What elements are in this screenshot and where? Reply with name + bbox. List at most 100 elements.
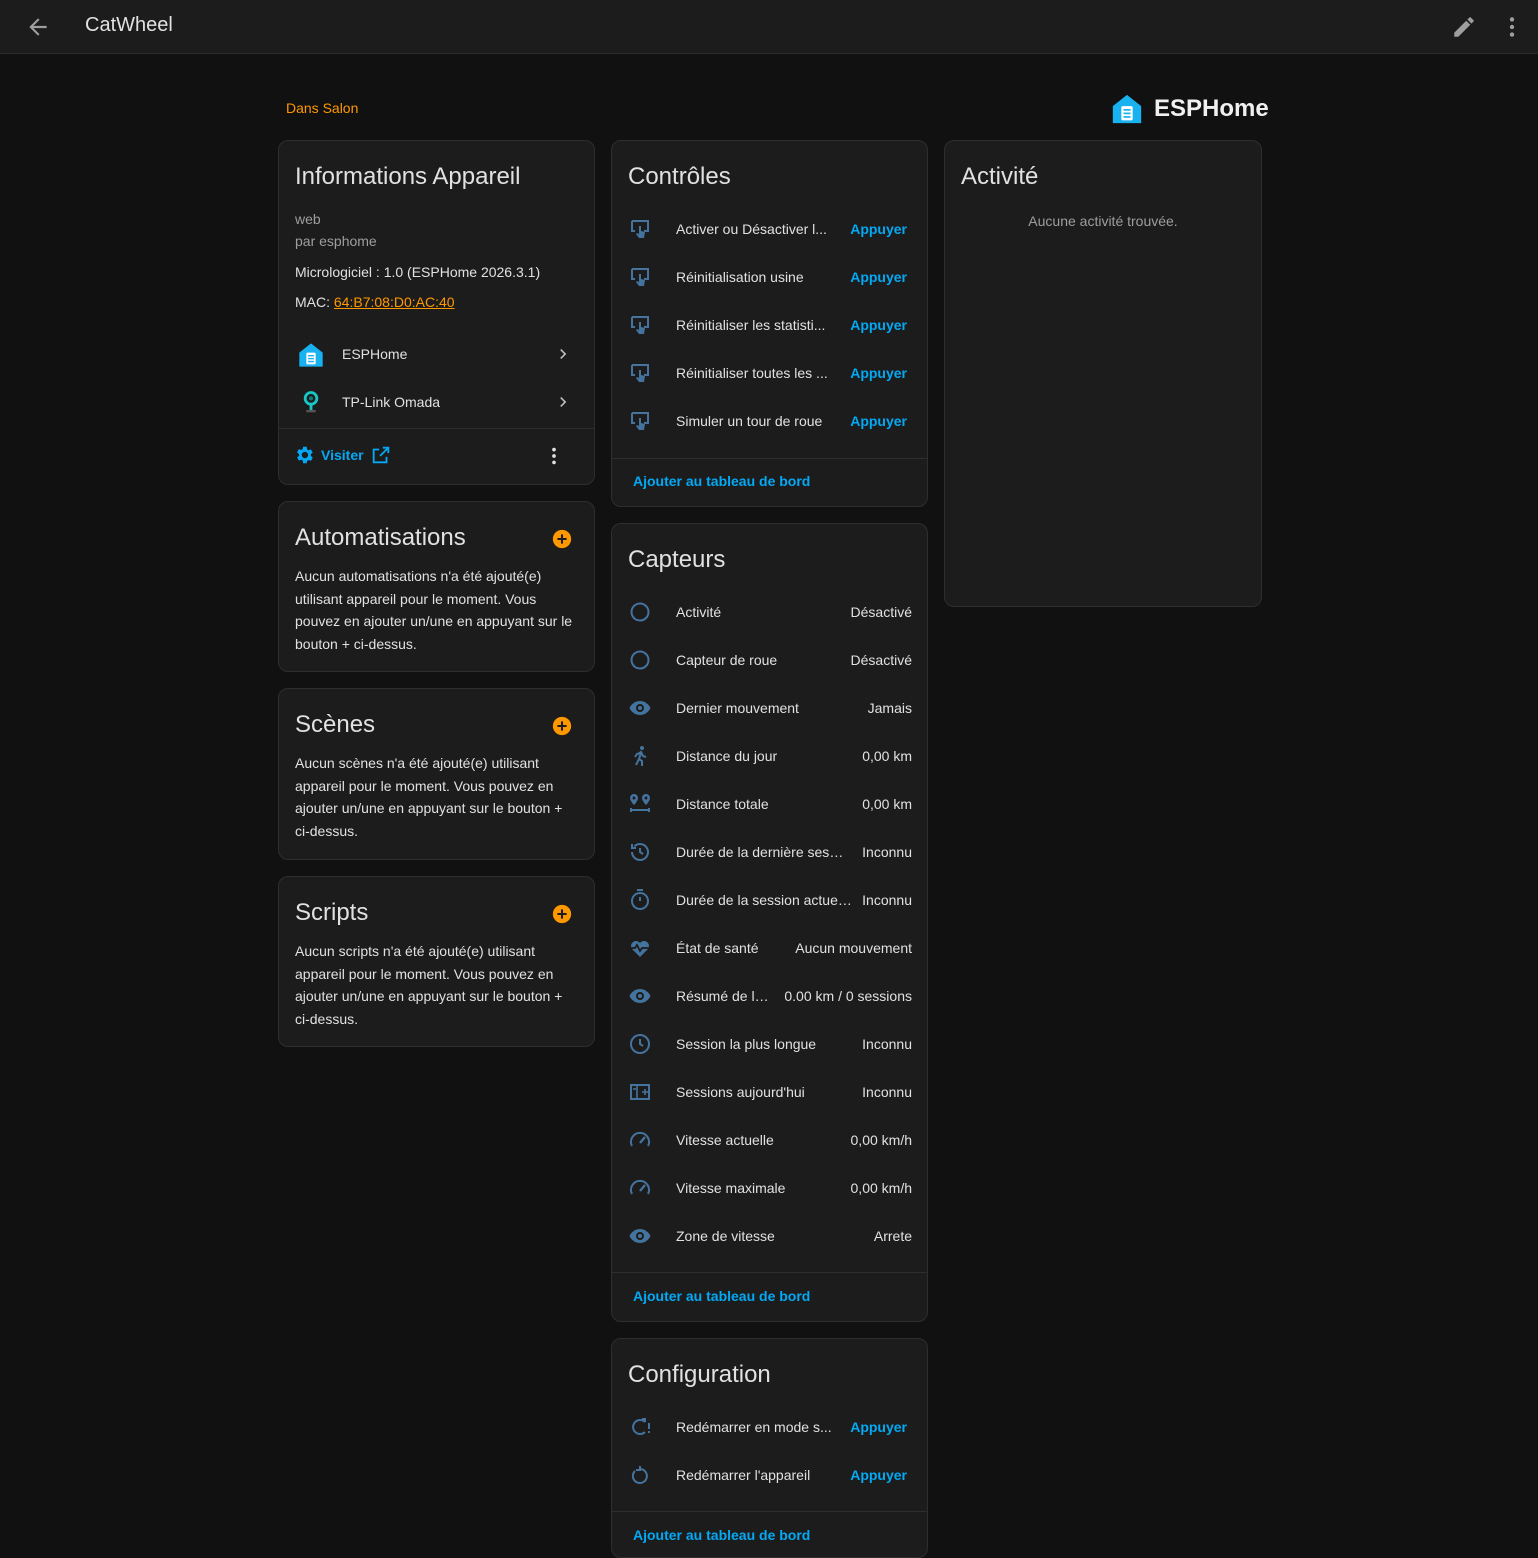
empty-message: Aucun scripts n'a été ajouté(e) utilisan… [295,943,563,1027]
card-title: Scènes [295,711,376,738]
sensor-row[interactable]: Distance du jour 0,00 km [612,732,928,780]
sensor-row[interactable]: Session la plus longue Inconnu [612,1020,928,1068]
restart-alert-icon [632,1418,650,1435]
configuration-card: Configuration Redémarrer en mode s... Ap… [611,1338,928,1558]
sensor-name: Zone de vitesse [676,1228,775,1244]
add-to-dashboard-button[interactable]: Ajouter au tableau de bord [633,1527,810,1543]
history-icon [631,843,649,861]
integration-label: TP-Link Omada [342,394,441,410]
integration-esphome[interactable]: ESPHome [279,332,595,376]
sensor-name: État de santé [676,940,759,956]
control-row: Réinitialiser les statisti... Appuyer [612,301,928,349]
press-button[interactable]: Appuyer [850,1467,907,1483]
brand-name: ESPHome [1154,95,1269,122]
empty-message: Aucun automatisations n'a été ajouté(e) … [295,568,573,652]
sensor-row[interactable]: État de santé Aucun mouvement [612,924,928,972]
timer-icon [631,889,649,910]
sensor-row[interactable]: Vitesse actuelle 0,00 km/h [612,1116,928,1164]
config-name: Redémarrer en mode s... [676,1419,832,1435]
control-name: Réinitialiser les statisti... [676,317,826,333]
sensor-name: Résumé de la... [676,988,772,1004]
add-to-dashboard-button[interactable]: Ajouter au tableau de bord [633,473,810,489]
press-button[interactable]: Appuyer [850,317,907,333]
arrow-left-icon[interactable] [25,14,51,40]
chevron-right-icon [560,349,567,359]
clock-icon [630,1034,650,1054]
sensor-value: 0,00 km [862,796,912,812]
sensor-row[interactable]: Zone de vitesse Arrete [612,1212,928,1260]
card-title: Configuration [628,1361,771,1388]
sensor-row[interactable]: Vitesse maximale 0,00 km/h [612,1164,928,1212]
control-name: Activer ou Désactiver l... [676,221,827,237]
restart-icon [631,1466,648,1484]
run-icon [634,746,647,766]
gesture-tap-button-icon [631,364,649,382]
empty-message: Aucun scènes n'a été ajouté(e) utilisant… [295,755,563,839]
sensor-value: Arrete [873,1228,912,1244]
dots-vertical-icon[interactable] [1499,14,1525,40]
press-button[interactable]: Appuyer [850,1419,907,1435]
sensor-row[interactable]: Sessions aujourd'hui Inconnu [612,1068,928,1116]
radiobox-blank-icon [630,602,650,622]
gesture-tap-button-icon [631,412,649,430]
sensor-name: Distance du jour [676,748,778,764]
open-in-new-icon [372,446,389,464]
divider [612,1511,927,1512]
brand-logo: ESPHome [1110,92,1269,126]
map-marker-distance-icon [630,794,650,812]
visit-button[interactable]: Visiter [293,442,392,468]
sensor-name: Vitesse actuelle [676,1132,774,1148]
scripts-card: Scripts Aucun scripts n'a été ajouté(e) … [278,876,595,1047]
sensor-name: Dernier mouvement [676,700,799,716]
sensor-value: 0,00 km/h [850,1180,912,1196]
controls-card: Contrôles Activer ou Désactiver l... App… [611,140,928,507]
sensor-row[interactable]: Capteur de roue Désactivé [612,636,928,684]
control-name: Réinitialiser toutes les ... [676,365,828,381]
plus-circle-icon[interactable] [551,715,573,737]
control-row: Simuler un tour de roue Appuyer [612,397,928,445]
speedometer-icon [630,1131,650,1147]
card-title: Informations Appareil [295,163,521,190]
sensor-value: Désactivé [850,604,912,620]
speedometer-icon [630,1179,650,1195]
sensor-name: Distance totale [676,796,769,812]
sensor-value: Inconnu [862,1036,912,1052]
divider [612,1272,927,1273]
sensor-row[interactable]: Résumé de la... 0.00 km / 0 sessions [612,972,928,1020]
page-title: CatWheel [85,14,173,36]
press-button[interactable]: Appuyer [850,221,907,237]
press-button[interactable]: Appuyer [850,269,907,285]
chevron-right-icon [560,397,567,407]
control-row: Réinitialiser toutes les ... Appuyer [612,349,928,397]
press-button[interactable]: Appuyer [850,413,907,429]
top-app-bar: CatWheel [0,0,1538,54]
integration-omada[interactable]: TP-Link Omada [279,380,595,424]
mac-label: MAC: [295,294,330,310]
sensor-row[interactable]: Dernier mouvement Jamais [612,684,928,732]
area-link[interactable]: Dans Salon [286,100,358,116]
sensor-row[interactable]: Durée de la session actuel... Inconnu [612,876,928,924]
config-row: Redémarrer en mode s... Appuyer [612,1403,928,1451]
sensor-name: Sessions aujourd'hui [676,1084,805,1100]
pencil-icon[interactable] [1451,14,1477,40]
sensor-name: Durée de la dernière sessi... [676,844,848,860]
card-title: Activité [961,163,1039,190]
plus-circle-icon[interactable] [551,903,573,925]
visit-label: Visiter [321,447,364,463]
sensor-name: Session la plus longue [676,1036,817,1052]
sensor-row[interactable]: Distance totale 0,00 km [612,780,928,828]
press-button[interactable]: Appuyer [850,365,907,381]
sensor-value: Désactivé [850,652,912,668]
sensor-row[interactable]: Activité Désactivé [612,588,928,636]
mac-link[interactable]: 64:B7:08:D0:AC:40 [334,294,455,310]
plus-circle-icon[interactable] [551,528,573,550]
add-to-dashboard-button[interactable]: Ajouter au tableau de bord [633,1288,810,1304]
activity-card: Activité Aucune activité trouvée. [944,140,1262,607]
card-title: Capteurs [628,546,726,573]
device-info-card: Informations Appareil web par esphome Mi… [278,140,595,485]
dots-vertical-icon[interactable] [543,445,565,467]
scenes-card: Scènes Aucun scènes n'a été ajouté(e) ut… [278,688,595,860]
control-name: Réinitialisation usine [676,269,804,285]
sensor-row[interactable]: Durée de la dernière sessi... Inconnu [612,828,928,876]
device-mac: MAC: 64:B7:08:D0:AC:40 [295,294,455,310]
